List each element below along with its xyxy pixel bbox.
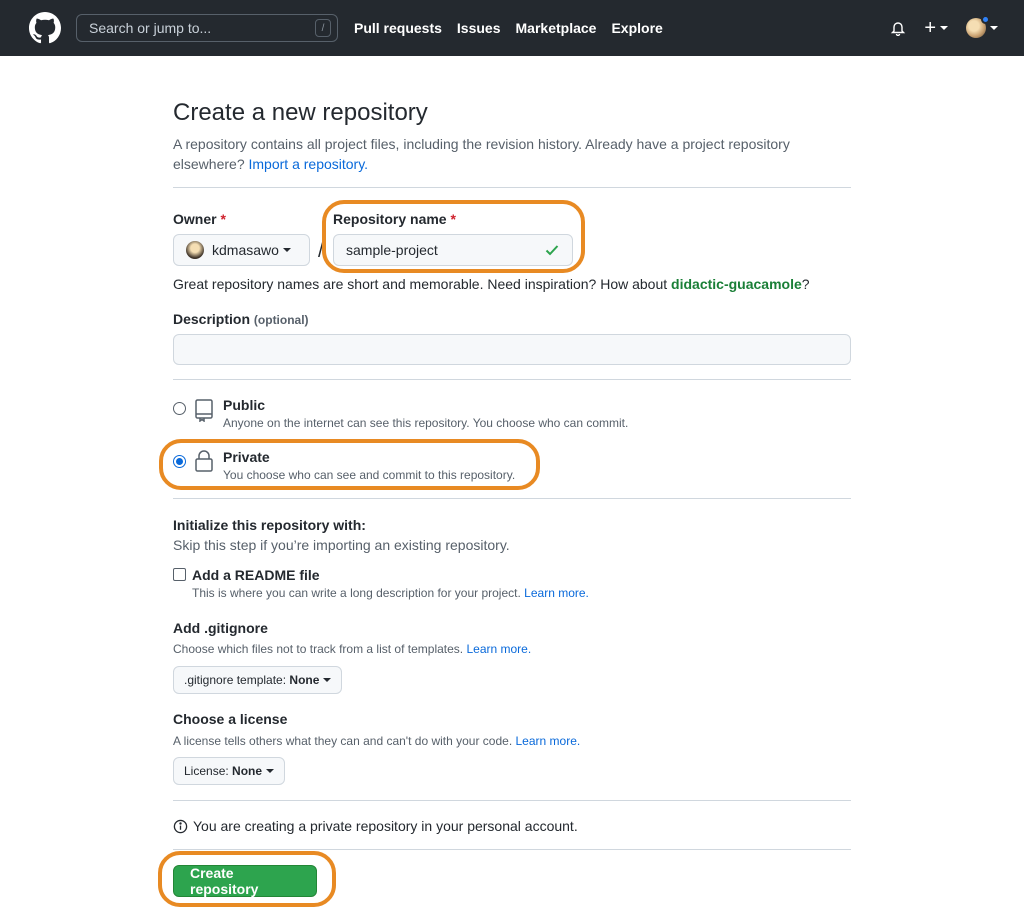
license-desc-text: A license tells others what they can and… [173,734,513,748]
description-optional: (optional) [253,313,309,327]
main-nav: Pull requests Issues Marketplace Explore [354,20,663,36]
public-radio[interactable] [173,402,186,415]
hint-text: Great repository names are short and mem… [173,276,668,292]
avatar [966,15,990,38]
license-title: Choose a license [173,711,288,727]
readme-label: Add a README file [192,567,320,583]
top-header: Search or jump to... / Pull requests Iss… [0,0,1024,56]
import-repository-link[interactable]: Import a repository. [249,156,369,172]
private-radio[interactable] [173,455,186,468]
gitignore-desc-text: Choose which files not to track from a l… [173,642,464,656]
divider [173,187,851,188]
init-subtitle: Skip this step if you’re importing an ex… [173,537,510,553]
owner-value: kdmasawo [212,242,279,258]
notification-dot [981,15,990,24]
plus-icon: + [924,17,936,39]
gitignore-prefix: .gitignore template: [184,673,287,687]
init-title: Initialize this repository with: [173,517,366,533]
repo-name-label-text: Repository name [333,211,447,227]
owner-select[interactable]: kdmasawo [173,234,310,266]
gitignore-value: None [289,673,320,687]
nav-issues[interactable]: Issues [457,20,501,36]
hint-suggestion-link[interactable]: didactic-guacamole [671,276,802,292]
repo-name-label: Repository name * [333,211,456,227]
lock-icon [194,450,214,477]
plus-menu-button[interactable]: + [924,17,948,39]
check-icon [545,245,559,256]
license-select[interactable]: License: None [173,757,286,785]
page-title: Create a new repository [173,99,428,126]
owner-label: Owner * [173,211,226,227]
gitignore-title: Add .gitignore [173,620,268,636]
create-repository-button[interactable]: Create repository [173,865,317,897]
private-label: Private [223,449,270,465]
search-shortcut-badge: / [315,19,331,37]
description-label: Description (optional) [173,311,309,327]
gitignore-template-select[interactable]: .gitignore template: None [173,666,343,694]
search-placeholder: Search or jump to... [89,20,212,36]
repo-name-input[interactable]: sample-project [333,234,573,266]
gitignore-description: Choose which files not to track from a l… [173,642,531,656]
divider [173,379,851,380]
gitignore-learn-more-link[interactable]: Learn more. [466,642,531,656]
chevron-down-icon [940,26,948,30]
repo-public-icon [194,398,214,425]
private-description: You choose who can see and commit to thi… [223,468,516,482]
nav-explore[interactable]: Explore [611,20,662,36]
page-subtitle: A repository contains all project files,… [173,134,813,174]
highlight-private [159,439,540,490]
nav-pull-requests[interactable]: Pull requests [354,20,442,36]
readme-desc-text: This is where you can write a long descr… [192,586,521,600]
required-mark: * [450,211,456,227]
license-prefix: License: [184,764,229,778]
search-input[interactable]: Search or jump to... / [76,14,338,42]
chevron-down-icon [323,678,332,682]
chevron-down-icon [282,248,291,252]
info-icon [173,819,188,833]
chevron-down-icon [990,26,998,30]
divider [173,498,851,499]
license-description: A license tells others what they can and… [173,734,580,748]
divider [173,800,851,801]
readme-learn-more-link[interactable]: Learn more. [524,586,589,600]
license-learn-more-link[interactable]: Learn more. [516,734,581,748]
bell-icon[interactable] [890,20,906,36]
divider [173,849,851,850]
header-actions: + [890,0,998,56]
license-value: None [232,764,263,778]
description-input[interactable] [173,334,851,365]
description-label-text: Description [173,311,251,327]
owner-avatar [186,241,204,259]
owner-label-text: Owner [173,211,217,227]
repo-name-value: sample-project [346,242,438,258]
github-logo-icon[interactable] [28,11,62,45]
readme-checkbox[interactable] [173,568,186,581]
required-mark: * [220,211,226,227]
owner-repo-separator: / [318,240,324,262]
chevron-down-icon [266,769,275,773]
private-info-note: You are creating a private repository in… [173,818,578,834]
hint-end: ? [801,276,810,292]
info-text: You are creating a private repository in… [193,818,578,834]
repo-name-hint: Great repository names are short and mem… [173,276,810,292]
public-description: Anyone on the internet can see this repo… [223,416,629,430]
main-content: Create a new repository A repository con… [173,56,851,174]
user-menu-button[interactable] [966,15,998,38]
nav-marketplace[interactable]: Marketplace [516,20,597,36]
public-label: Public [223,397,266,413]
readme-description: This is where you can write a long descr… [192,586,589,600]
